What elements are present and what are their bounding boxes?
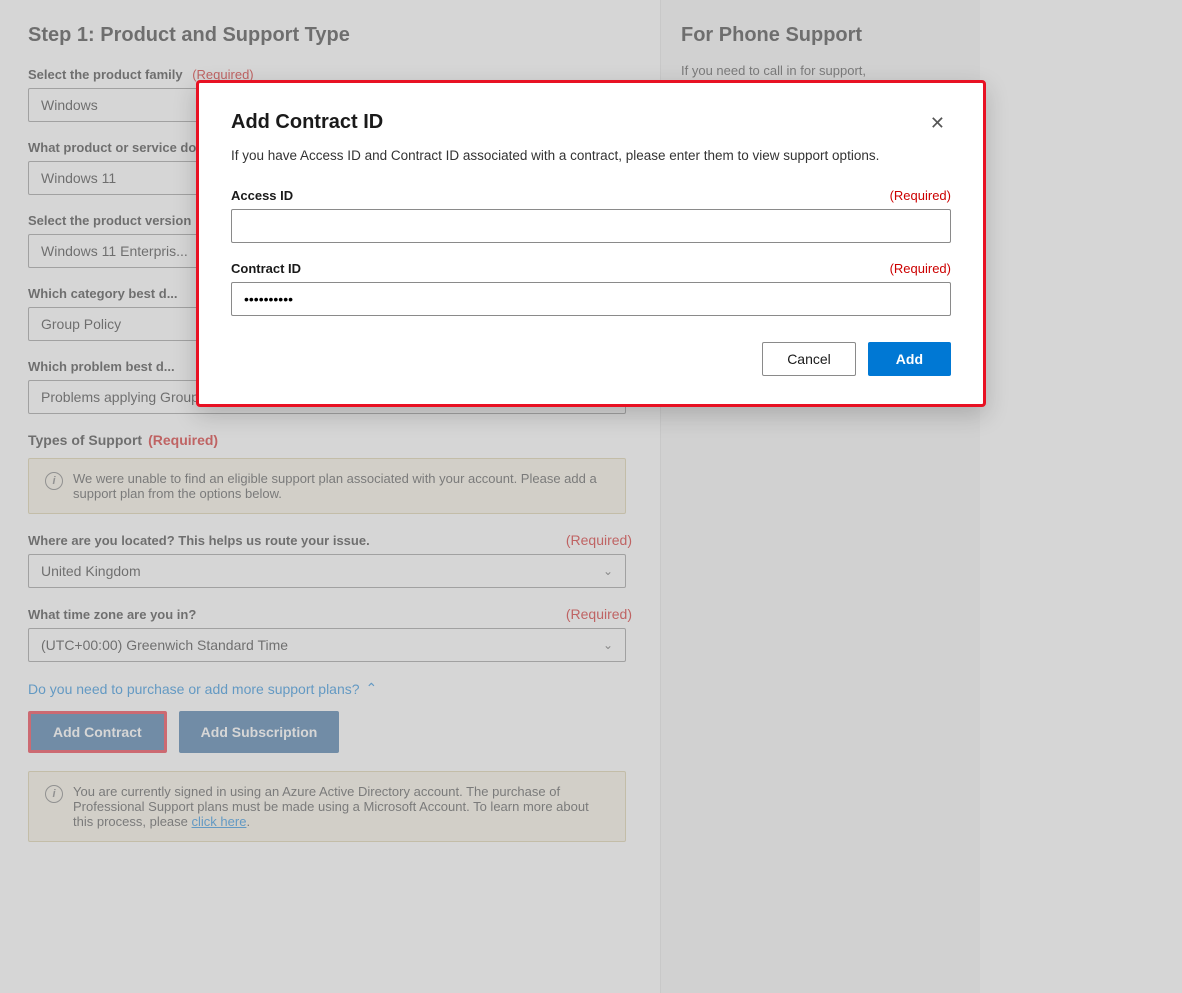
add-contract-id-modal: Add Contract ID ✕ If you have Access ID …: [196, 80, 986, 407]
cancel-button[interactable]: Cancel: [762, 342, 856, 376]
contract-id-label-row: Contract ID (Required): [231, 261, 951, 276]
add-button[interactable]: Add: [868, 342, 951, 376]
modal-description: If you have Access ID and Contract ID as…: [231, 146, 951, 166]
access-id-input[interactable]: [231, 209, 951, 243]
modal-footer: Cancel Add: [231, 342, 951, 376]
access-id-label-row: Access ID (Required): [231, 188, 951, 203]
modal-overlay: Add Contract ID ✕ If you have Access ID …: [0, 0, 1182, 993]
contract-id-input[interactable]: [231, 282, 951, 316]
access-id-field-group: Access ID (Required): [231, 188, 951, 261]
modal-title: Add Contract ID: [231, 111, 383, 134]
modal-close-button[interactable]: ✕: [924, 112, 951, 134]
modal-header: Add Contract ID ✕: [231, 111, 951, 134]
contract-id-field-group: Contract ID (Required): [231, 261, 951, 334]
